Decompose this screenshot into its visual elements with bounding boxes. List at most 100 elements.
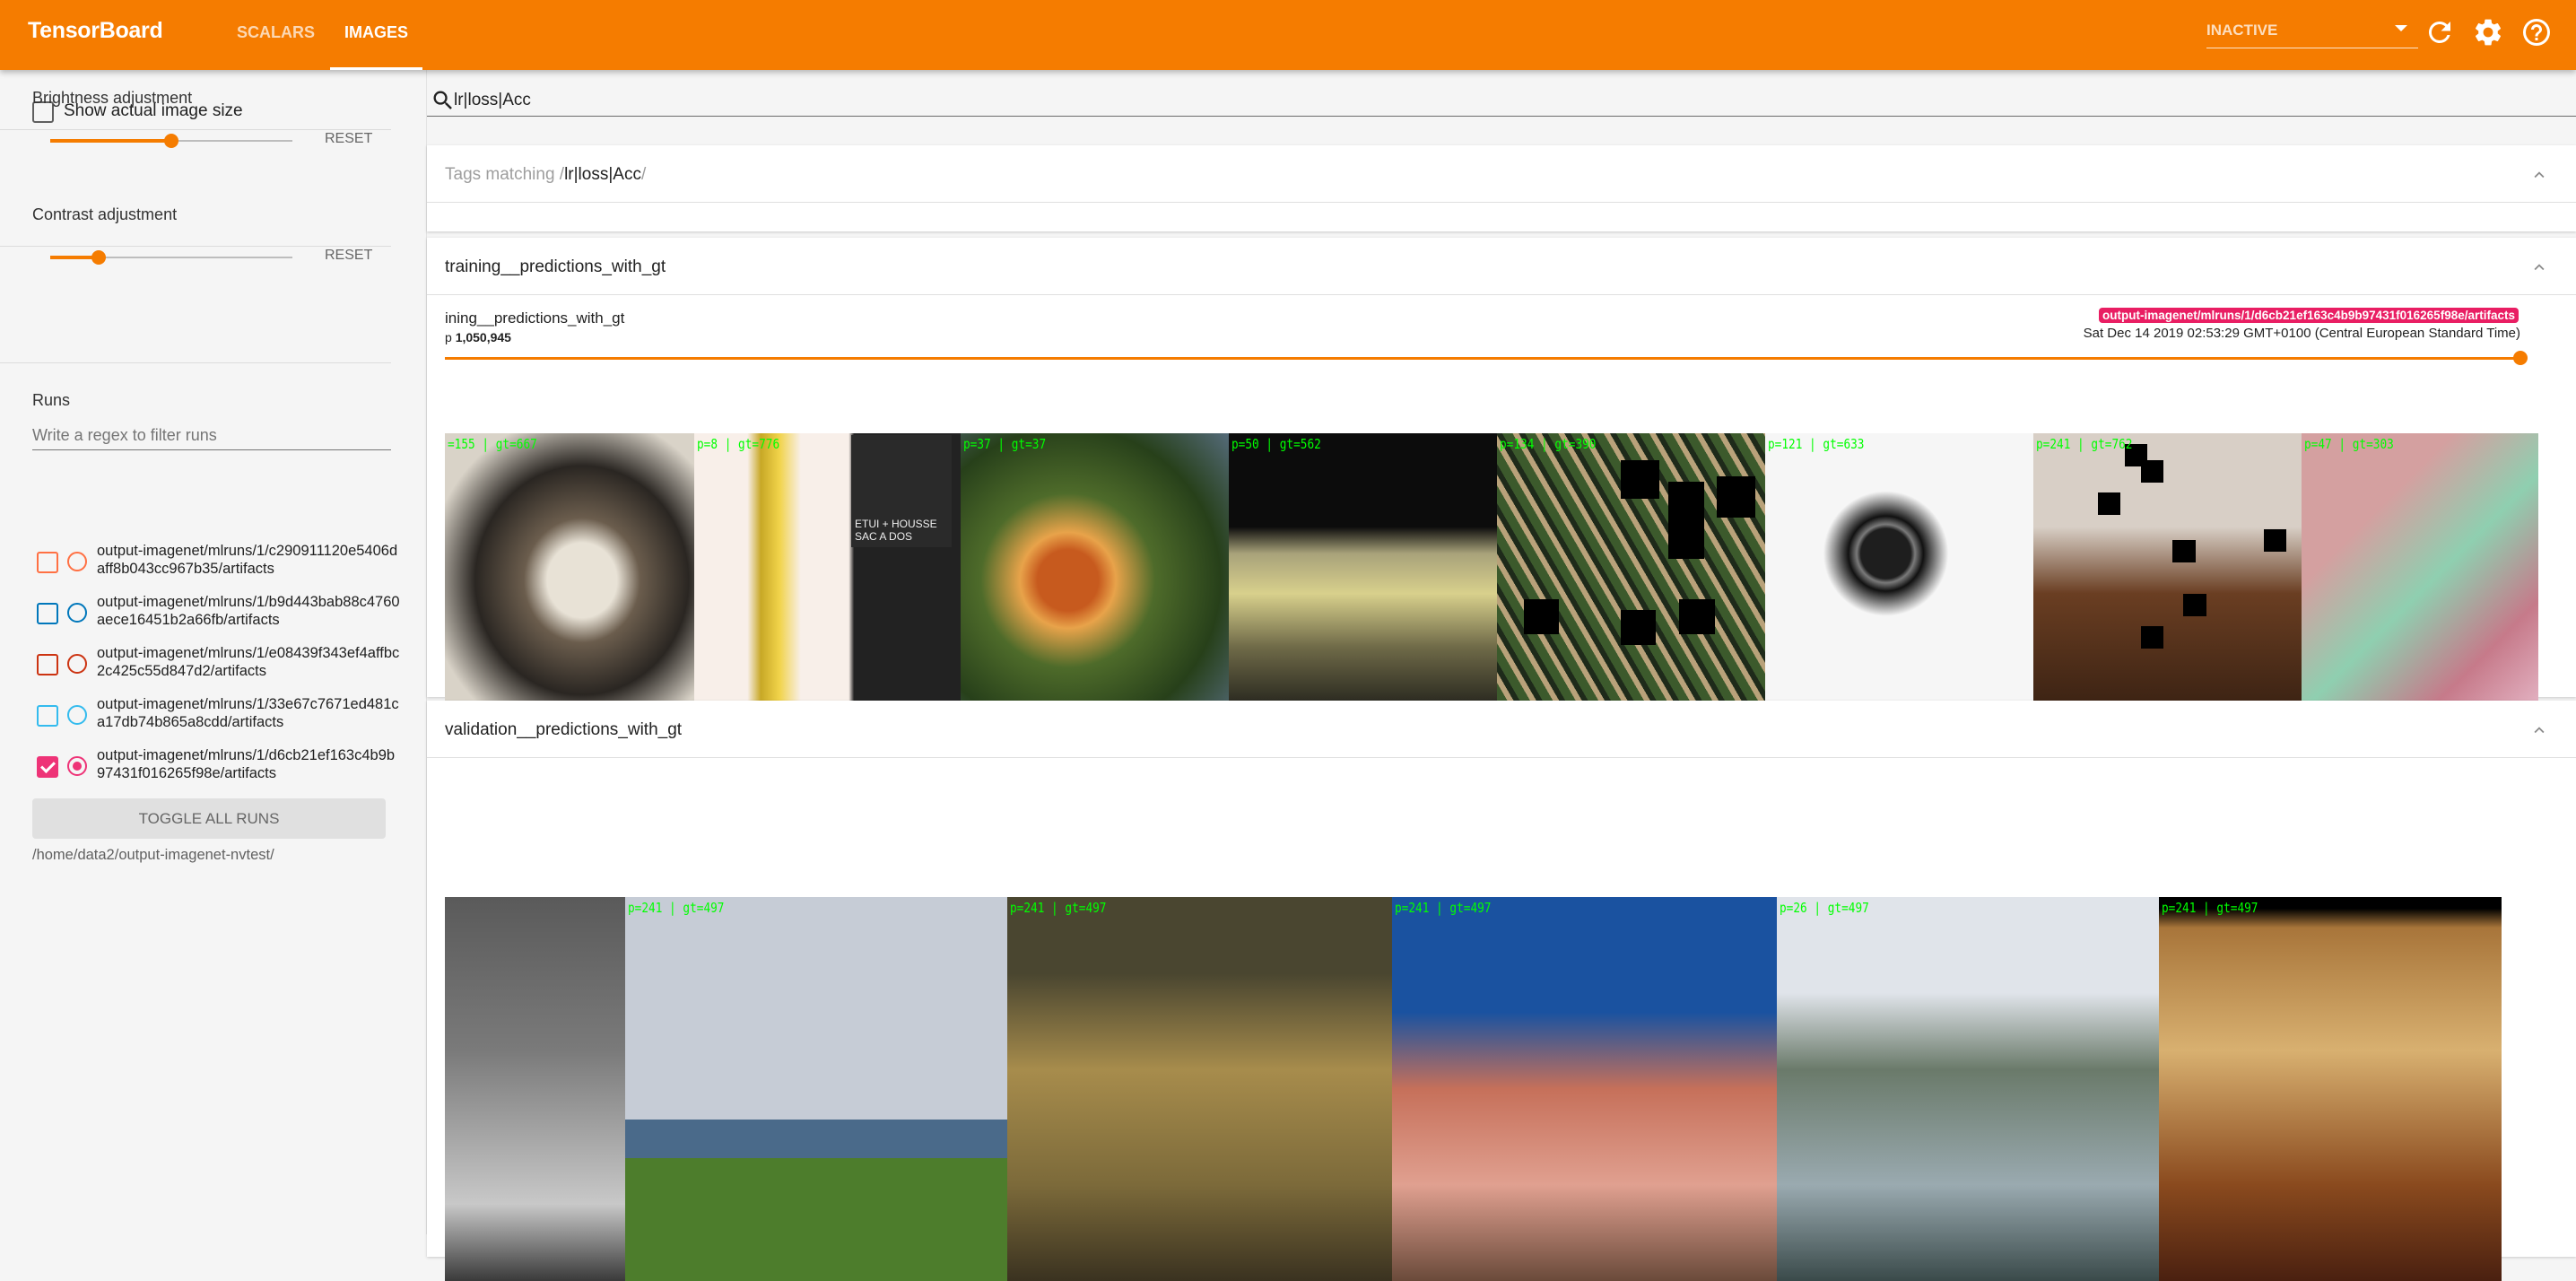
prediction-label: p=37 | gt=37 <box>963 436 1047 452</box>
image-timestamp: Sat Dec 14 2019 02:53:29 GMT+0100 (Centr… <box>2083 326 2520 341</box>
dropdown-caret-icon <box>2395 25 2407 31</box>
occlusion-patch <box>1679 598 1715 635</box>
image-thumbnail-gothic-church-grayscale[interactable] <box>445 897 625 1281</box>
prediction-label: p=241 | gt=497 <box>1395 900 1492 916</box>
run-name: output-imagenet/mlruns/1/d6cb21ef163c4b9… <box>97 747 396 781</box>
training-predictions-title: training__predictions_with_gt <box>445 257 666 276</box>
run-item[interactable]: output-imagenet/mlruns/1/33e67c7671ed481… <box>32 693 400 740</box>
image-thumbnail-restaurant[interactable]: p=241 | gt=762 <box>2033 433 2302 701</box>
run-item[interactable]: output-imagenet/mlruns/1/d6cb21ef163c4b9… <box>32 745 400 791</box>
image-thumbnail-orthodox-church[interactable]: p=26 | gt=497 <box>1777 897 2159 1281</box>
occlusion-patch <box>2264 529 2287 553</box>
validation-predictions-header[interactable]: validation__predictions_with_gt <box>427 701 2576 758</box>
tab-images[interactable]: IMAGES <box>330 0 422 70</box>
contrast-reset-button[interactable]: RESET <box>325 248 372 264</box>
step-slider-knob[interactable] <box>2513 351 2528 365</box>
runs-title: Runs <box>32 391 71 409</box>
run-checkbox[interactable] <box>37 552 58 573</box>
logdir-path: /home/data2/output-imagenet-nvtest/ <box>32 847 274 863</box>
run-radio[interactable] <box>67 756 87 776</box>
image-thumbnail-saxophone[interactable]: ETUI + HOUSSE SAC A DOS p=8 | gt=776 <box>694 433 961 701</box>
run-name-chip: output-imagenet/mlruns/1/d6cb21ef163c4b9… <box>2099 308 2519 323</box>
prediction-label: =155 | gt=667 <box>448 436 537 452</box>
run-radio[interactable] <box>67 705 87 725</box>
reload-button[interactable] <box>2424 16 2456 48</box>
image-thumbnail-fountain[interactable]: p=50 | gt=562 <box>1229 433 1497 701</box>
tag-filter-bar <box>427 86 2576 117</box>
run-item[interactable]: output-imagenet/mlruns/1/e08439f343ef4af… <box>32 642 400 689</box>
image-thumbnail-turtle[interactable]: p=37 | gt=37 <box>961 433 1229 701</box>
tags-matching-card: Tags matching /lr|loss|Acc/ <box>427 145 2576 231</box>
image-thumbnail-eel[interactable]: p=134 | gt=390 <box>1497 433 1765 701</box>
settings-icon <box>2475 19 2502 46</box>
step-slider-track <box>445 357 2520 360</box>
select-value: INACTIVE <box>2206 22 2278 39</box>
prediction-label: p=50 | gt=562 <box>1231 436 1321 452</box>
run-checkbox[interactable] <box>37 654 58 675</box>
prediction-label: p=47 | gt=303 <box>2304 436 2394 452</box>
prediction-label: p=134 | gt=390 <box>1500 436 1597 452</box>
tags-matching-header[interactable]: Tags matching /lr|loss|Acc/ <box>427 145 2576 203</box>
toggle-all-runs-button[interactable]: TOGGLE ALL RUNS <box>32 798 386 839</box>
image-thumbnail-cathedral-interior[interactable]: p=241 | gt=497 <box>2159 897 2502 1281</box>
run-name: output-imagenet/mlruns/1/e08439f343ef4af… <box>97 645 400 679</box>
step-slider[interactable] <box>445 349 2528 367</box>
brightness-slider[interactable] <box>50 130 292 152</box>
slider-knob[interactable] <box>164 134 178 148</box>
training-image-strip[interactable]: =155 | gt=667 ETUI + HOUSSE SAC A DOS p=8 |… <box>445 433 2538 701</box>
product-inset: ETUI + HOUSSE SAC A DOS <box>851 435 952 547</box>
validation-image-strip[interactable]: p=241 | gt=497 p=241 | gt=497 p=241 | gt=4… <box>445 897 2502 1281</box>
settings-button[interactable] <box>2472 16 2504 48</box>
run-checkbox[interactable] <box>37 603 58 624</box>
image-card-meta: ining__predictions_with_gt p 1,050,945 <box>445 309 624 344</box>
reload-icon <box>2428 21 2450 43</box>
image-thumbnail-dog[interactable]: =155 | gt=667 <box>445 433 694 701</box>
chevron-up-icon[interactable] <box>2529 165 2549 185</box>
radio-dot-icon <box>73 762 82 771</box>
slider-knob[interactable] <box>91 250 106 265</box>
brightness-reset-button[interactable]: RESET <box>325 131 372 147</box>
image-step: p 1,050,945 <box>445 330 624 344</box>
run-checkbox[interactable] <box>37 756 58 778</box>
run-checkbox[interactable] <box>37 705 58 727</box>
tags-matching-title: Tags matching /lr|loss|Acc/ <box>445 165 646 185</box>
contrast-section: Contrast adjustment RESET <box>0 205 391 363</box>
occlusion-patch <box>1668 481 1704 560</box>
occlusion-patch <box>1523 598 1560 635</box>
run-radio[interactable] <box>67 654 87 674</box>
brightness-title: Brightness adjustment <box>32 89 193 107</box>
training-predictions-header[interactable]: training__predictions_with_gt <box>427 238 2576 295</box>
run-item[interactable]: output-imagenet/mlruns/1/c290911120e5406… <box>32 540 400 587</box>
sidebar: Show actual image size Brightness adjust… <box>0 70 427 1234</box>
image-thumbnail-red-tower[interactable]: p=241 | gt=497 <box>1392 897 1777 1281</box>
prediction-label: p=121 | gt=633 <box>1768 436 1865 452</box>
occlusion-patch <box>1620 609 1657 646</box>
run-name: output-imagenet/mlruns/1/b9d443bab88c476… <box>97 594 400 628</box>
image-thumbnail-loupe[interactable]: p=121 | gt=633 <box>1765 433 2033 701</box>
runs-filter-input[interactable] <box>32 422 391 450</box>
tags-matching-prefix: Tags matching / <box>445 165 565 184</box>
tag-filter-input[interactable] <box>454 88 2517 113</box>
run-name: output-imagenet/mlruns/1/33e67c7671ed481… <box>97 696 399 730</box>
image-thumbnail-beetle[interactable]: p=47 | gt=303 <box>2302 433 2538 701</box>
validation-predictions-title: validation__predictions_with_gt <box>445 720 683 739</box>
occlusion-patch <box>2097 492 2120 515</box>
run-radio[interactable] <box>67 552 87 571</box>
image-thumbnail-white-chapel[interactable]: p=241 | gt=497 <box>625 897 1007 1281</box>
prediction-label: p=241 | gt=497 <box>628 900 725 916</box>
image-thumbnail-stone-church[interactable]: p=241 | gt=497 <box>1007 897 1392 1281</box>
contrast-slider[interactable] <box>50 247 292 268</box>
chevron-up-icon[interactable] <box>2529 720 2549 740</box>
tags-matching-suffix: / <box>640 165 647 184</box>
inactive-dashboards-select[interactable]: INACTIVE <box>2206 16 2418 48</box>
help-icon <box>2523 19 2550 46</box>
chevron-up-icon[interactable] <box>2529 257 2549 277</box>
run-radio[interactable] <box>67 603 87 623</box>
brightness-section: Brightness adjustment RESET <box>0 89 391 247</box>
occlusion-patch <box>2183 593 2206 616</box>
tab-scalars[interactable]: SCALARS <box>233 0 318 70</box>
top-app-bar: TensorBoard SCALARS IMAGES INACTIVE <box>0 0 2576 70</box>
occlusion-patch <box>2140 459 2163 483</box>
help-button[interactable] <box>2520 16 2553 48</box>
run-item[interactable]: output-imagenet/mlruns/1/b9d443bab88c476… <box>32 591 400 638</box>
